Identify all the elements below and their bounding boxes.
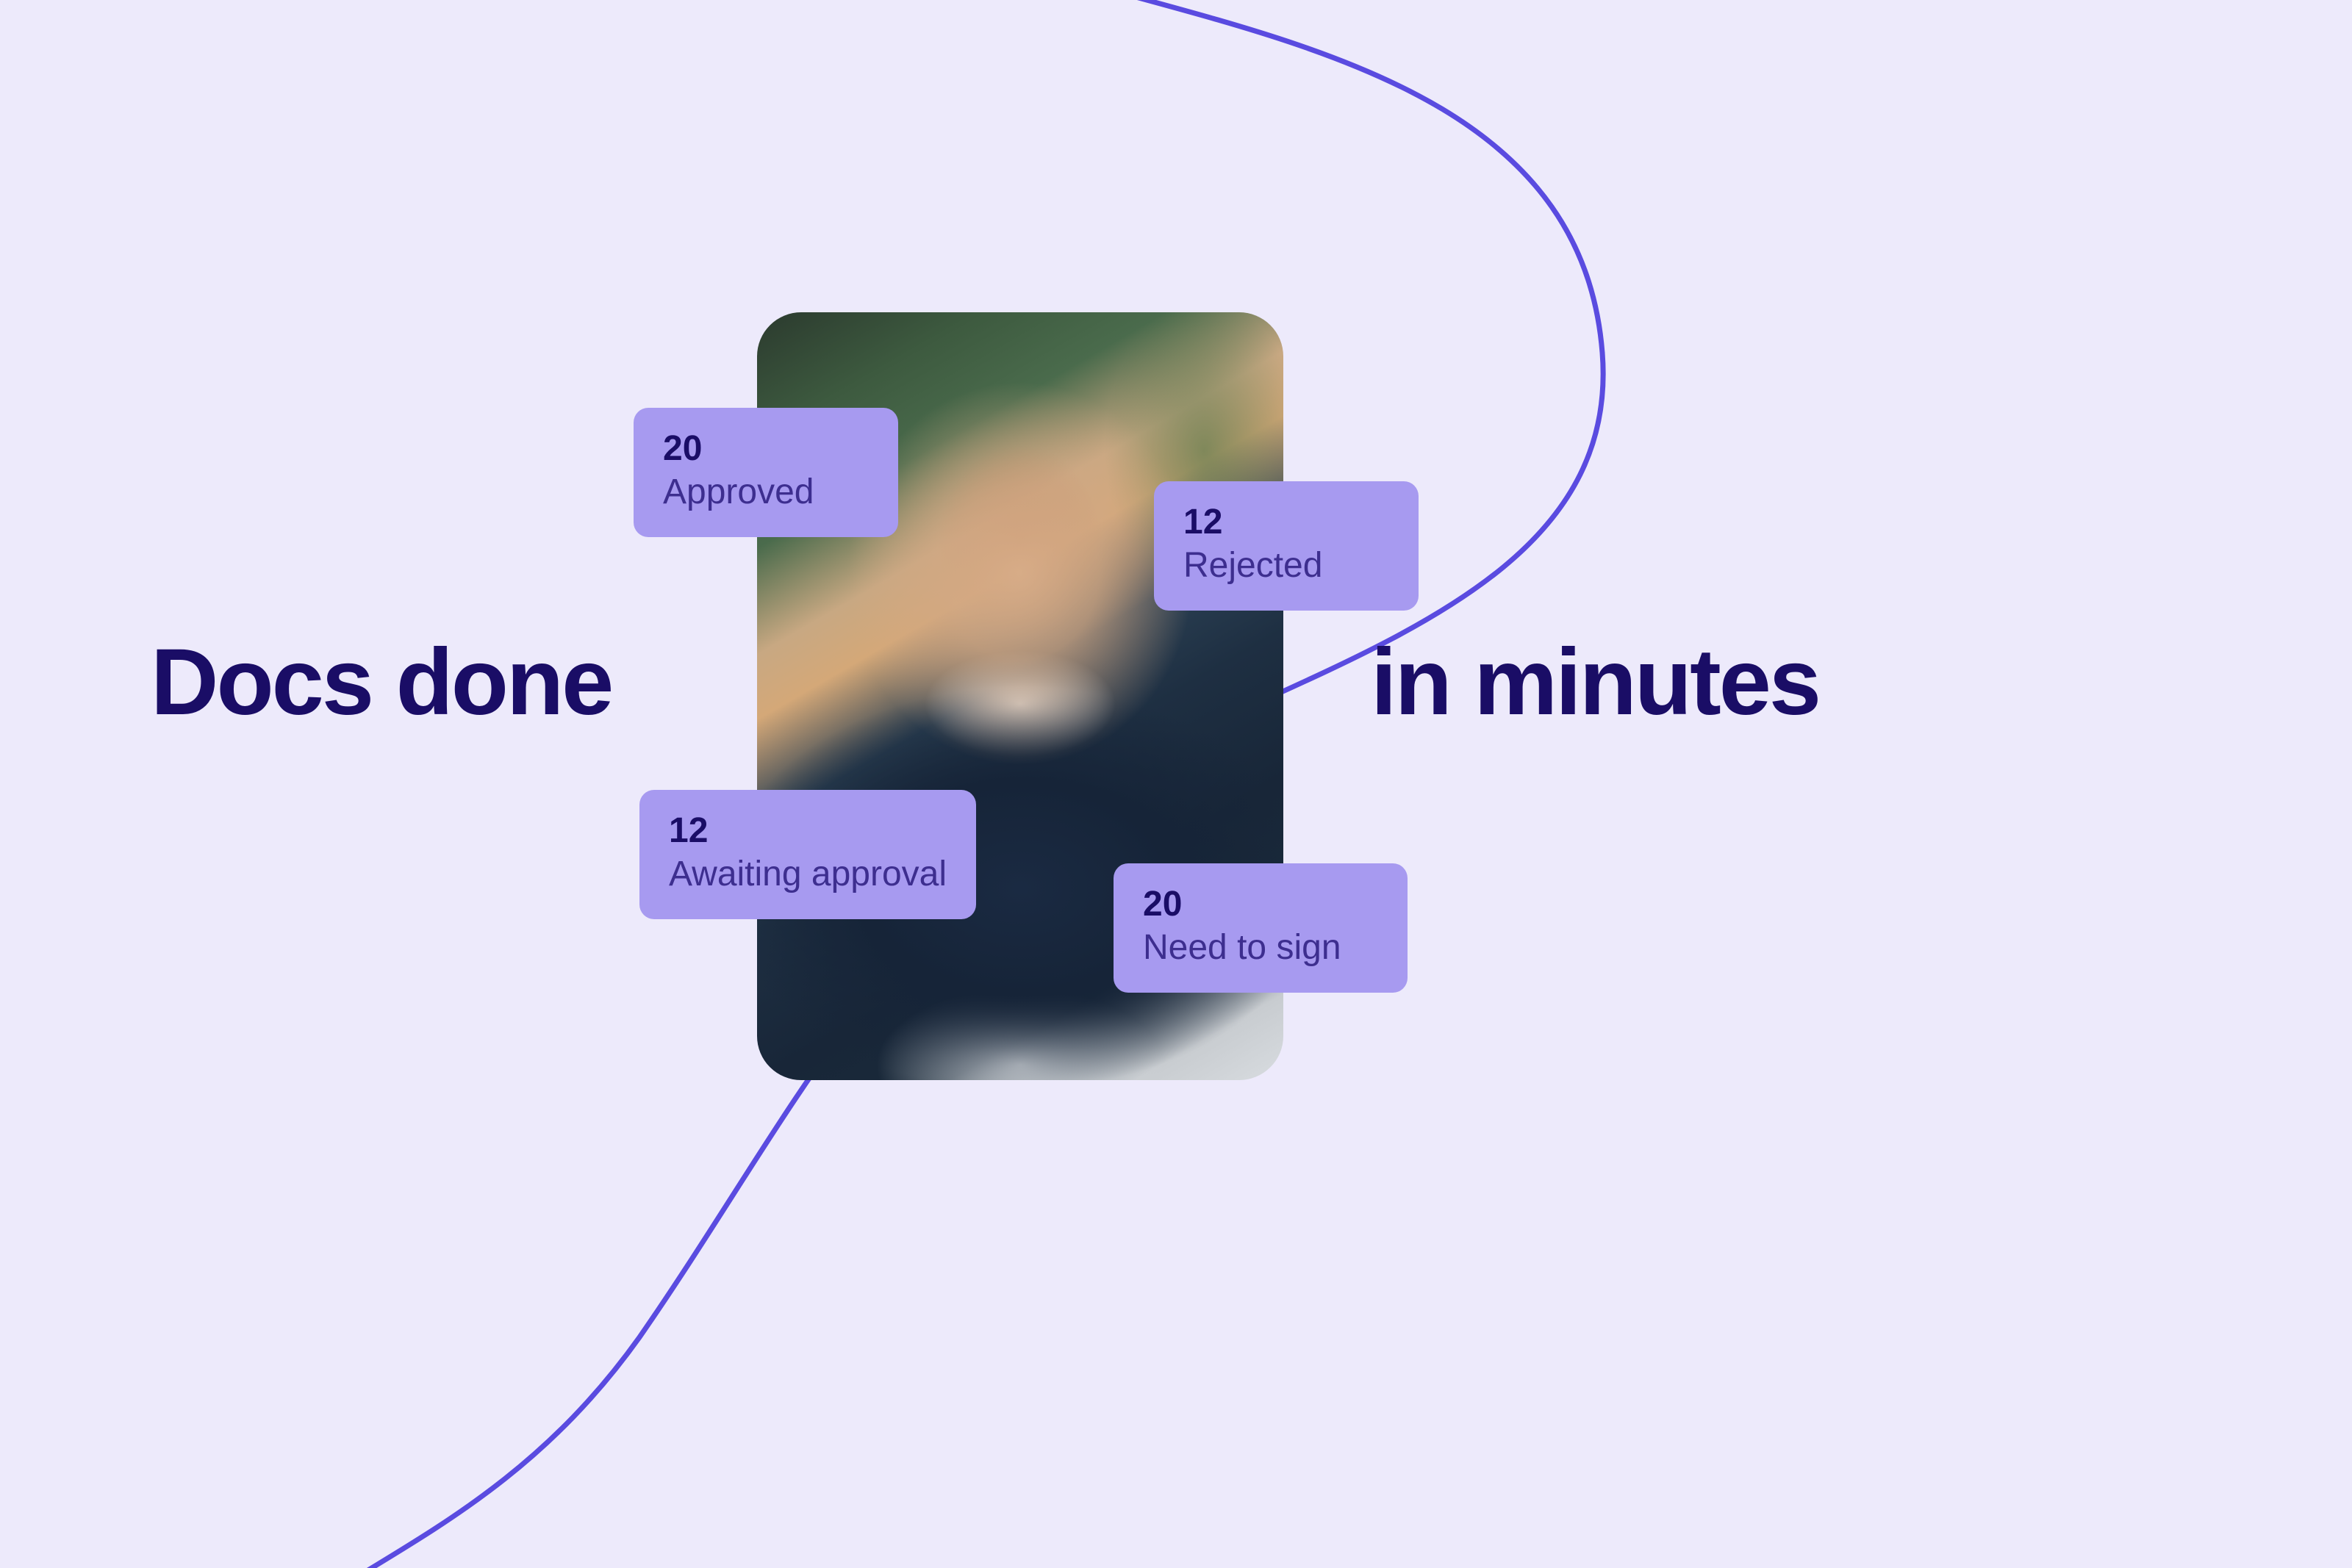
stat-card-rejected: 12 Rejected bbox=[1154, 481, 1419, 611]
stat-label: Need to sign bbox=[1143, 927, 1378, 968]
stat-label: Awaiting approval bbox=[669, 854, 947, 894]
stat-count: 20 bbox=[1143, 885, 1378, 924]
headline-right: in minutes bbox=[1371, 628, 1819, 736]
headline-left: Docs done bbox=[151, 628, 612, 736]
stat-count: 12 bbox=[669, 812, 947, 851]
stat-card-approved: 20 Approved bbox=[634, 408, 898, 537]
stat-label: Rejected bbox=[1183, 545, 1389, 586]
stat-card-need-sign: 20 Need to sign bbox=[1114, 863, 1408, 993]
stat-count: 20 bbox=[663, 430, 869, 469]
stat-label: Approved bbox=[663, 472, 869, 512]
stat-card-awaiting: 12 Awaiting approval bbox=[639, 790, 976, 919]
stat-count: 12 bbox=[1183, 503, 1389, 542]
